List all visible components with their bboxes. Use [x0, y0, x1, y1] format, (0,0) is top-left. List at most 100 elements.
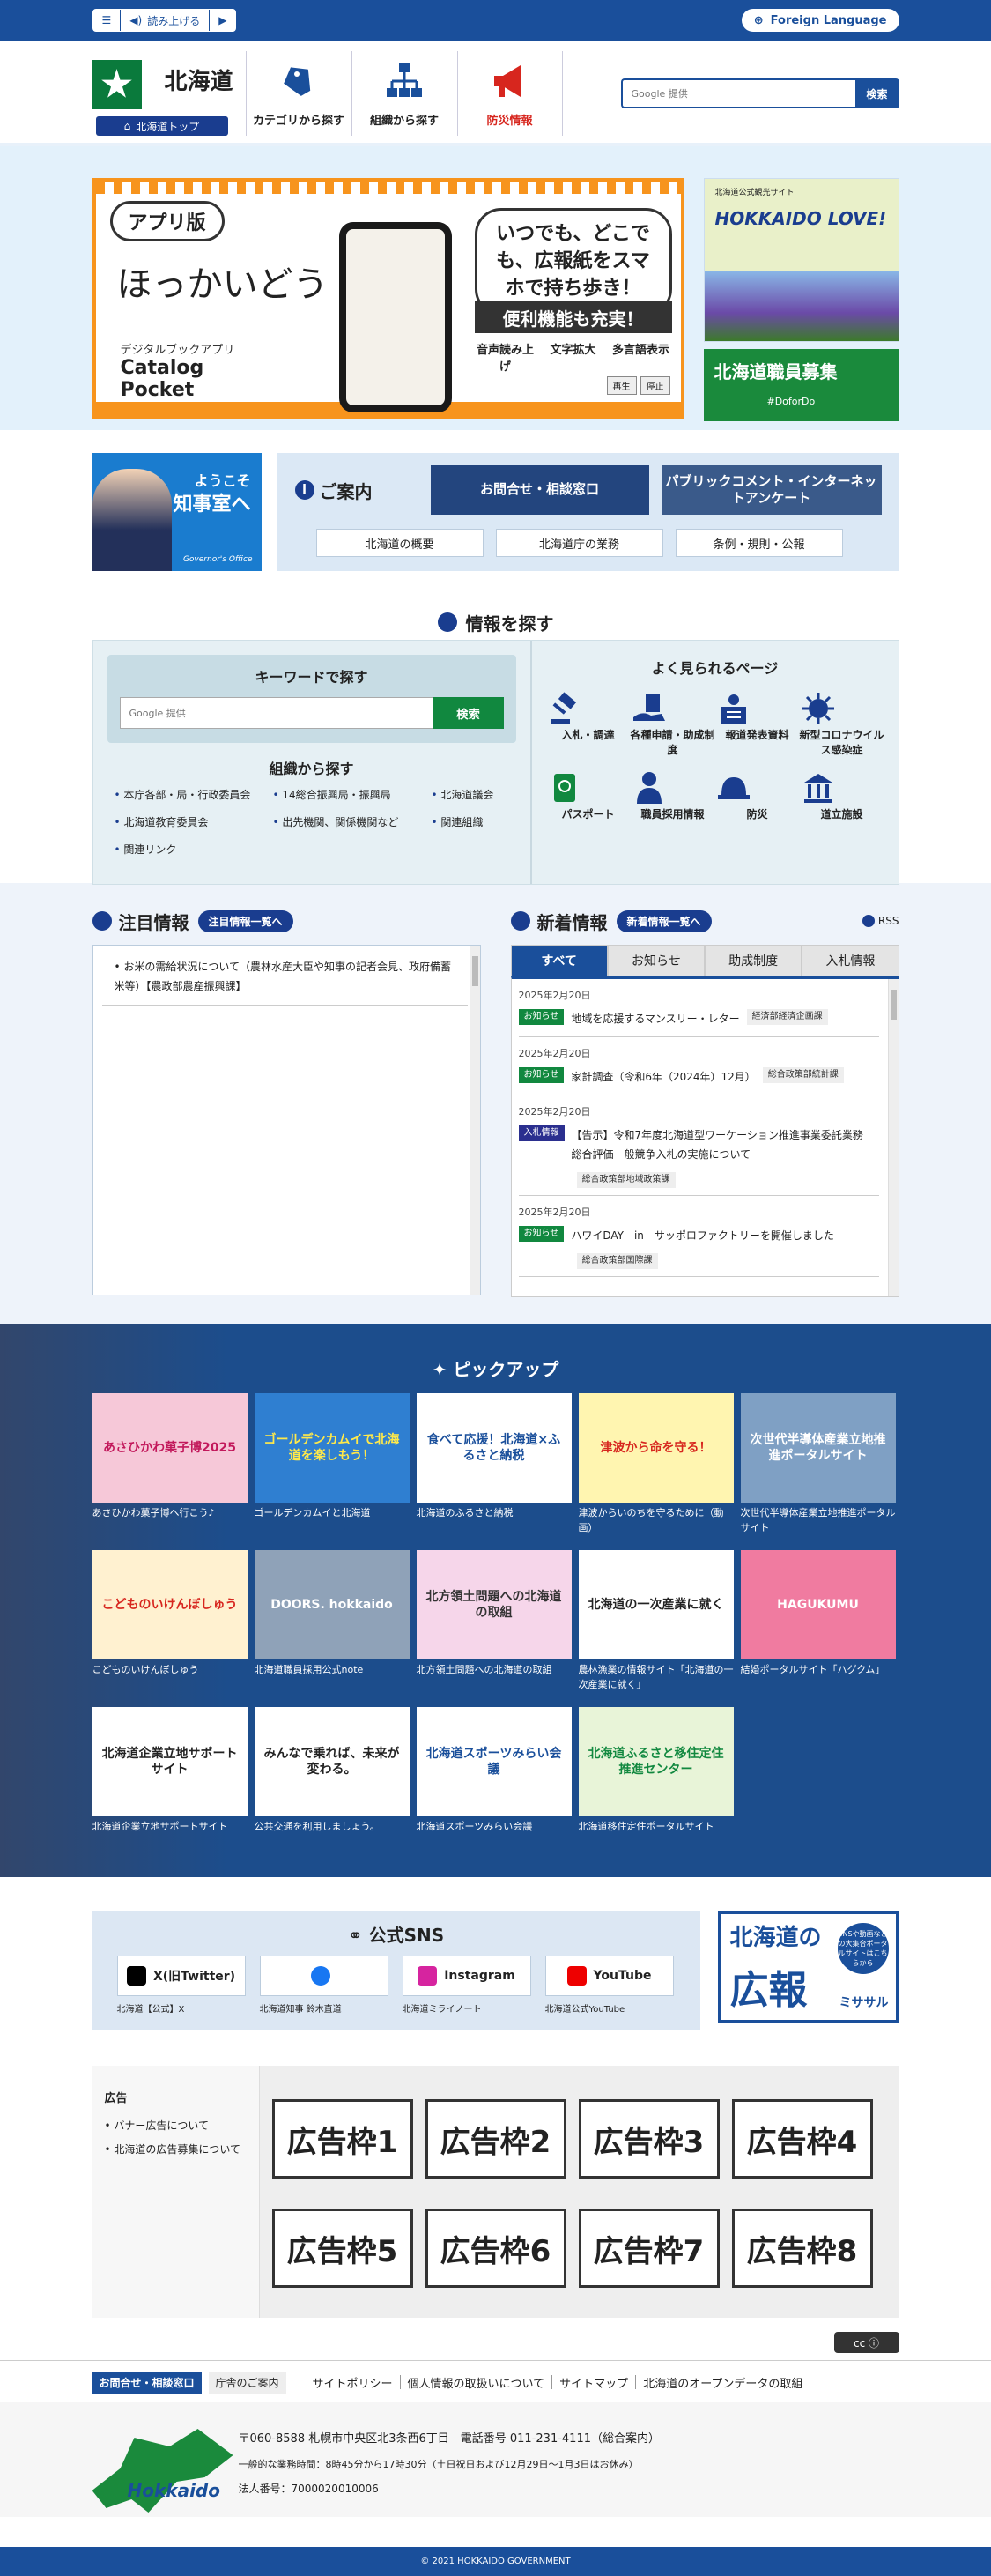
instagram-button[interactable]: Instagram: [402, 1956, 531, 1996]
governor-office-banner[interactable]: ようこそ 知事室へ Governor's Office: [92, 453, 262, 571]
scrollbar[interactable]: [887, 979, 899, 1296]
tab-bidding[interactable]: 入札情報: [802, 945, 899, 976]
header-search-button[interactable]: 検索: [854, 78, 899, 108]
read-aloud-button[interactable]: ◀) 読み上げる: [121, 10, 211, 31]
pickup-item[interactable]: 食べて応援！北海道×ふるさと納税 北海道のふるさと納税: [416, 1393, 572, 1538]
guide-link-overview[interactable]: 北海道の概要: [315, 529, 484, 557]
pickup-item[interactable]: 北海道スポーツみらい会議 北海道スポーツみらい会議: [416, 1707, 572, 1852]
facebook-button[interactable]: [259, 1956, 388, 1996]
footer-link[interactable]: サイトポリシー: [313, 2374, 393, 2391]
pin-icon: ✦: [432, 1359, 454, 1380]
play-icon[interactable]: ▶: [210, 10, 235, 31]
pickup-item[interactable]: DOORS. hokkaido 北海道職員採用公式note: [254, 1550, 410, 1695]
list-item[interactable]: 2025年2月20日 お知らせ 家計調査（令和6年（2024年）12月） 総合政策部…: [518, 1037, 879, 1095]
pickup-item[interactable]: こどものいけんぼしゅう こどものいけんぼしゅう: [92, 1550, 248, 1695]
org-link[interactable]: 関連リンク: [115, 842, 273, 857]
list-item[interactable]: • お米の需給状況について（農林水産大臣や知事の記者会見、政府備蓄米等）【農政部…: [101, 946, 468, 1006]
pickup-item[interactable]: HAGUKUMU 結婚ポータルサイト「ハグクム」: [740, 1550, 896, 1695]
ad-slot[interactable]: 広告枠7: [578, 2209, 720, 2288]
guide-link-rules[interactable]: 条例・規則・公報: [675, 529, 843, 557]
list-item[interactable]: 2025年2月20日 お知らせ ハワイDAY in サッポロファクトリーを開催しま…: [518, 1196, 879, 1277]
popular-facilities[interactable]: 道立施設: [800, 769, 884, 821]
tab-subsidy[interactable]: 助成制度: [705, 945, 802, 976]
popular-press[interactable]: 報道発表資料: [715, 690, 800, 757]
guide-link-business[interactable]: 北海道庁の業務: [495, 529, 663, 557]
popular-applications[interactable]: 各種申請・助成制度: [631, 690, 715, 757]
ad-slot[interactable]: 広告枠6: [425, 2209, 566, 2288]
staff-recruit-banner[interactable]: 北海道職員募集 #DoforDo: [703, 349, 899, 421]
org-link[interactable]: 出先機関、関係機関など: [273, 814, 432, 829]
top-bar: ☰ ◀) 読み上げる ▶ ⊕ Foreign Language: [0, 0, 991, 41]
pickup-item[interactable]: 北海道の一次産業に就く 農林漁業の情報サイト「北海道の一次産業に就く」: [578, 1550, 734, 1695]
youtube-button[interactable]: YouTube: [544, 1956, 674, 1996]
contact-banner[interactable]: お問合せ・相談窓口: [430, 465, 649, 515]
org-link[interactable]: 14総合振興局・振興局: [273, 787, 432, 802]
pickup-item[interactable]: 北方領土問題への北海道の取組 北方領土問題への北海道の取組: [416, 1550, 572, 1695]
popular-recruit[interactable]: 職員採用情報: [631, 769, 715, 821]
pickup-item[interactable]: ゴールデンカムイで北海道を楽しもう！ ゴールデンカムイと北海道: [254, 1393, 410, 1538]
ad-slot[interactable]: 広告枠1: [271, 2099, 413, 2179]
footer-contact-button[interactable]: お問合せ・相談窓口: [92, 2371, 202, 2394]
rss-link[interactable]: RSS: [862, 915, 899, 927]
footer-link[interactable]: サイトマップ: [559, 2374, 628, 2391]
attention-list: • お米の需給状況について（農林水産大臣や知事の記者会見、政府備蓄米等）【農政部…: [92, 945, 481, 1295]
ad-slot[interactable]: 広告枠4: [731, 2099, 873, 2179]
carousel-play-button[interactable]: 再生: [606, 376, 637, 395]
footer-link[interactable]: 北海道のオープンデータの取組: [643, 2374, 802, 2391]
ad-slot[interactable]: 広告枠3: [578, 2099, 720, 2179]
info-icon: i: [294, 480, 314, 500]
creative-commons-icon[interactable]: cc ⓘ: [833, 2332, 899, 2353]
pickup-item[interactable]: あさひかわ菓子博2025 あさひかわ菓子博へ行こう♪: [92, 1393, 248, 1538]
copyright: © 2021 HOKKAIDO GOVERNMENT: [0, 2547, 991, 2576]
news-list-button[interactable]: 新着情報一覧へ: [616, 909, 712, 932]
org-link[interactable]: 本庁各部・局・行政委員会: [115, 787, 273, 802]
logo-name: 北海道: [164, 69, 233, 95]
footer-building-guide[interactable]: 庁舎のご案内: [208, 2371, 286, 2394]
menu-icon[interactable]: ☰: [93, 10, 122, 31]
ads-link[interactable]: • 北海道の広告募集について: [105, 2143, 241, 2156]
pickup-item[interactable]: 次世代半導体産業立地推進ポータルサイト 次世代半導体産業立地推進ポータルサイト: [740, 1393, 896, 1538]
org-link[interactable]: 関連組織: [432, 814, 537, 829]
scrollbar[interactable]: [469, 946, 480, 1295]
popular-bidding[interactable]: 入札・調達: [546, 690, 631, 757]
list-item[interactable]: 2025年2月20日 入札情報 【告示】令和7年度北海道型ワーケーション推進事業委…: [518, 1095, 879, 1197]
ad-slot[interactable]: 広告枠8: [731, 2209, 873, 2288]
ads-link[interactable]: • バナー広告について: [105, 2119, 210, 2132]
megaphone-icon: [493, 64, 521, 97]
nav-category[interactable]: カテゴリから探す: [245, 51, 351, 136]
org-link[interactable]: 北海道議会: [432, 787, 537, 802]
org-link[interactable]: 北海道教育委員会: [115, 814, 273, 829]
pickup-item[interactable]: 北海道ふるさと移住定住推進センター 北海道移住定住ポータルサイト: [578, 1707, 734, 1852]
ad-slot[interactable]: 広告枠5: [271, 2209, 413, 2288]
site-logo[interactable]: 北海道 ⌂ 北海道トップ: [92, 51, 233, 136]
keyword-search-input[interactable]: [119, 697, 433, 729]
news-tabs: すべて お知らせ 助成制度 入札情報: [510, 945, 899, 976]
public-comment-banner[interactable]: パブリックコメント・インターネットアンケート: [661, 465, 882, 515]
foreign-language-button[interactable]: ⊕ Foreign Language: [741, 9, 899, 32]
hokkaido-top-link[interactable]: ⌂ 北海道トップ: [95, 116, 228, 136]
lavender-field-image: [704, 271, 899, 341]
pickup-item[interactable]: 津波から命を守る！ 津波からいのちを守るために（動画）: [578, 1393, 734, 1538]
header-search-input[interactable]: [620, 78, 855, 108]
hero-banner-app[interactable]: アプリ版 ほっかいどう デジタルブックアプリ Catalog Pocket いつで…: [92, 178, 684, 419]
attention-list-button[interactable]: 注目情報一覧へ: [197, 909, 293, 932]
pickup-item[interactable]: みんなで乗れば、未来が変わる。 公共交通を利用しましょう。: [254, 1707, 410, 1852]
nav-disaster[interactable]: 防災情報: [456, 51, 563, 136]
ad-slot[interactable]: 広告枠2: [425, 2099, 566, 2179]
carousel-stop-button[interactable]: 停止: [640, 376, 670, 395]
pickup-item[interactable]: 北海道企業立地サポートサイト 北海道企業立地サポートサイト: [92, 1707, 248, 1852]
footer-link[interactable]: 個人情報の取扱いについて: [408, 2374, 545, 2391]
guide-title: i ご案内: [294, 478, 418, 503]
facebook-icon: [310, 1966, 330, 1986]
popular-covid[interactable]: 新型コロナウイルス感染症: [800, 690, 884, 757]
tab-all[interactable]: すべて: [510, 945, 608, 976]
keyword-search-button[interactable]: 検索: [433, 697, 504, 729]
tab-notice[interactable]: お知らせ: [607, 945, 705, 976]
koho-banner[interactable]: 北海道の 広報 SNSや動画などの大集合ポータルサイトはこちらから ミササル: [717, 1911, 899, 2023]
popular-disaster[interactable]: 防災: [715, 769, 800, 821]
x-twitter-button[interactable]: X(旧Twitter): [116, 1956, 246, 1996]
hokkaido-love-banner[interactable]: 北海道公式観光サイト HOKKAIDO LOVE!: [703, 178, 899, 342]
popular-passport[interactable]: パスポート: [546, 769, 631, 821]
list-item[interactable]: 2025年2月20日 お知らせ 地域を応援するマンスリー・レター 経済部経済企画課: [518, 979, 879, 1037]
nav-organization[interactable]: 組織から探す: [351, 51, 457, 136]
